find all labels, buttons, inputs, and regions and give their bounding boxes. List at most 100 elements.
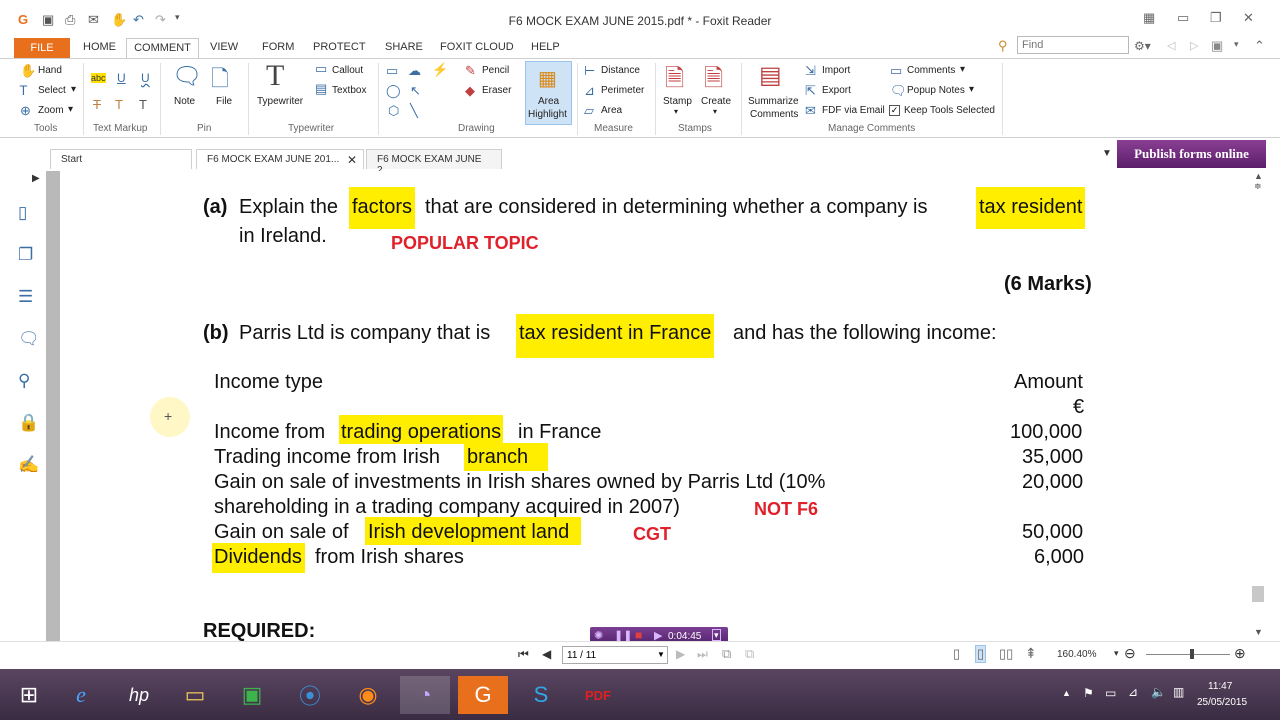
area-highlight-button[interactable]: ▦ Area Highlight bbox=[525, 61, 572, 125]
polygon-icon[interactable]: ⬡ bbox=[388, 103, 399, 119]
zoom-chevron-icon[interactable]: ▾ bbox=[68, 104, 73, 115]
stamp-button[interactable]: Stamp bbox=[663, 96, 692, 107]
create-button[interactable]: Create bbox=[701, 96, 731, 107]
not-f6-annotation[interactable]: NOT F6 bbox=[754, 499, 818, 520]
summarize-label-1[interactable]: Summarize bbox=[748, 96, 799, 107]
zoom-out-icon[interactable]: ⊖ bbox=[1124, 645, 1136, 662]
next-view-icon[interactable]: ⧉ bbox=[745, 646, 754, 662]
zoom-in-icon[interactable]: ⊕ bbox=[1234, 645, 1246, 662]
recorder-app-icon[interactable]: ◔ bbox=[400, 676, 450, 714]
security-lock-icon[interactable]: 🔒 bbox=[18, 413, 39, 433]
stamp-chevron-icon[interactable]: ▾ bbox=[674, 107, 678, 116]
cloud-icon[interactable]: ☁ bbox=[408, 63, 421, 79]
page-thumbnails-icon[interactable]: ▯ bbox=[18, 203, 27, 223]
action-center-flag-icon[interactable]: ⚑ bbox=[1083, 686, 1094, 700]
search-app-icon[interactable]: ⦿ bbox=[285, 676, 335, 714]
underline-icon[interactable]: U bbox=[117, 71, 126, 85]
highlight-trading-operations[interactable]: trading operations bbox=[339, 415, 504, 444]
arrow-icon[interactable]: ↖ bbox=[410, 83, 421, 99]
close-button[interactable]: ✕ bbox=[1243, 10, 1254, 26]
tray-expand-icon[interactable]: ▲ bbox=[1062, 688, 1071, 698]
comments-dropdown[interactable]: Comments bbox=[907, 65, 955, 76]
callout-button[interactable]: Callout bbox=[332, 65, 363, 76]
insert-text-icon[interactable]: T bbox=[139, 97, 147, 112]
minimize-button[interactable]: ▭ bbox=[1177, 10, 1189, 26]
user-icon[interactable]: ▣ bbox=[1211, 38, 1223, 54]
find-input[interactable] bbox=[1017, 36, 1129, 54]
select-tool[interactable]: Select bbox=[38, 85, 66, 96]
prev-result-icon[interactable]: ◁ bbox=[1167, 39, 1175, 52]
network-icon[interactable]: ⊿ bbox=[1128, 685, 1138, 699]
store-icon[interactable]: ▣ bbox=[227, 676, 277, 714]
next-result-icon[interactable]: ▷ bbox=[1190, 39, 1198, 52]
create-chevron-icon[interactable]: ▾ bbox=[713, 107, 717, 116]
area-measure-button[interactable]: Area bbox=[601, 105, 622, 116]
rectangle-icon[interactable]: ▭ bbox=[386, 63, 398, 79]
zoom-slider-thumb[interactable] bbox=[1190, 649, 1194, 659]
keep-tools-checkbox[interactable]: ✓ bbox=[889, 105, 900, 116]
typewriter-button[interactable]: Typewriter bbox=[257, 96, 303, 107]
menu-comment[interactable]: COMMENT bbox=[126, 38, 199, 59]
stop-icon[interactable]: ■ bbox=[635, 628, 642, 641]
pencil-button[interactable]: Pencil bbox=[482, 65, 509, 76]
volume-icon[interactable]: 🔈 bbox=[1151, 685, 1166, 699]
menu-share[interactable]: SHARE bbox=[385, 41, 423, 53]
note-button[interactable]: Note bbox=[174, 96, 195, 107]
close-tab-icon[interactable]: ✕ bbox=[347, 153, 357, 167]
ribbon-display-icon[interactable]: ▦ bbox=[1143, 10, 1155, 26]
page-dropdown-chevron-icon[interactable]: ▼ bbox=[657, 650, 665, 659]
settings-icon[interactable]: ⚙▾ bbox=[1134, 39, 1151, 53]
battery-icon[interactable]: ▭ bbox=[1105, 686, 1116, 700]
internet-explorer-icon[interactable]: e bbox=[56, 676, 106, 714]
menu-help[interactable]: HELP bbox=[531, 41, 560, 53]
cgt-annotation[interactable]: CGT bbox=[633, 524, 671, 545]
windows-start-icon[interactable]: ⊞ bbox=[4, 676, 54, 714]
eraser-button[interactable]: Eraser bbox=[482, 85, 511, 96]
maximize-button[interactable]: ❐ bbox=[1210, 10, 1222, 26]
menu-form[interactable]: FORM bbox=[262, 41, 294, 53]
strikeout-icon[interactable]: T bbox=[93, 97, 101, 112]
zoom-slider[interactable] bbox=[1146, 654, 1230, 655]
perimeter-button[interactable]: Perimeter bbox=[601, 85, 644, 96]
file-explorer-icon[interactable]: ▭ bbox=[170, 676, 220, 714]
fdf-email-button[interactable]: FDF via Email bbox=[822, 105, 885, 116]
tab-list-chevron-icon[interactable]: ▼ bbox=[1102, 148, 1112, 159]
menu-view[interactable]: VIEW bbox=[210, 41, 238, 53]
continuous-page-icon[interactable]: ▯ bbox=[975, 645, 987, 663]
replace-text-icon[interactable]: T bbox=[115, 97, 123, 112]
note-icon[interactable]: 🗨 bbox=[172, 62, 202, 91]
facing-page-icon[interactable]: ▯▯ bbox=[999, 646, 1013, 662]
skype-icon[interactable]: S bbox=[516, 676, 566, 714]
previous-view-icon[interactable]: ⧉ bbox=[722, 646, 731, 662]
highlight-tax-resident-france[interactable]: tax resident in France bbox=[516, 314, 715, 358]
highlight-factors[interactable]: factors bbox=[349, 187, 416, 229]
line-icon[interactable]: ╲ bbox=[410, 103, 418, 119]
pause-icon[interactable]: ❚❚ bbox=[614, 629, 632, 641]
zoom-tool[interactable]: Zoom bbox=[38, 105, 64, 116]
popup-notes-chevron-icon[interactable]: ▾ bbox=[969, 84, 974, 95]
file-button[interactable]: File bbox=[216, 96, 232, 107]
user-chevron-icon[interactable]: ▾ bbox=[1234, 39, 1239, 50]
previous-page-icon[interactable]: ◀ bbox=[542, 647, 551, 661]
publish-forms-online-button[interactable]: Publish forms online bbox=[1117, 140, 1266, 168]
single-page-icon[interactable]: ▯ bbox=[953, 646, 960, 662]
hand-tool[interactable]: Hand bbox=[38, 65, 62, 76]
signatures-icon[interactable]: ✍ bbox=[18, 455, 39, 475]
summarize-label-2[interactable]: Comments bbox=[750, 109, 798, 120]
import-button[interactable]: Import bbox=[822, 65, 850, 76]
split-icon[interactable]: ≑ bbox=[1254, 181, 1262, 192]
squiggle-icon[interactable]: ⚡ bbox=[432, 62, 448, 78]
typewriter-icon[interactable]: T bbox=[266, 59, 284, 93]
menu-file[interactable]: FILE bbox=[14, 38, 70, 58]
vertical-scrollbar[interactable]: ▲ ≑ ▼ bbox=[1248, 171, 1268, 641]
tab-start[interactable]: Start bbox=[50, 149, 192, 169]
highlight-dividends[interactable]: Dividends bbox=[212, 543, 305, 573]
recorder-menu-icon[interactable]: ▾ bbox=[712, 629, 721, 641]
last-page-icon[interactable]: ⏭ bbox=[697, 647, 708, 662]
squiggly-icon[interactable]: U bbox=[141, 71, 150, 85]
pages-icon[interactable]: ❐ bbox=[18, 245, 33, 265]
page-number-field[interactable]: 11 / 11 ▼ bbox=[562, 646, 668, 664]
highlight-tax-resident[interactable]: tax resident bbox=[976, 187, 1086, 229]
menu-home[interactable]: HOME bbox=[83, 41, 116, 53]
scroll-up-icon[interactable]: ▲ bbox=[1254, 171, 1263, 181]
